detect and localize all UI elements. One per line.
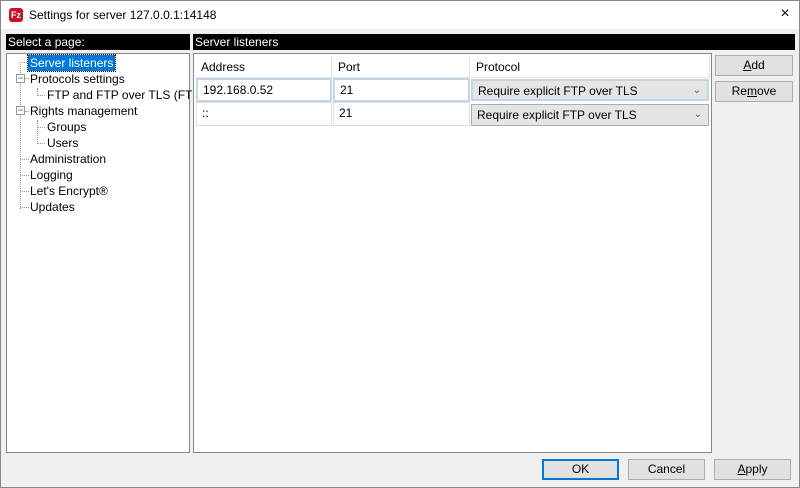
- apply-button[interactable]: Apply: [714, 459, 791, 480]
- column-header-port[interactable]: Port: [332, 56, 470, 78]
- tree-item-administration[interactable]: Administration: [28, 151, 108, 167]
- protocol-value: Require explicit FTP over TLS: [477, 108, 637, 122]
- filezilla-app-icon: Fz: [9, 8, 23, 22]
- protocol-select[interactable]: Require explicit FTP over TLS ⌄: [471, 104, 709, 126]
- tree-item-updates[interactable]: Updates: [28, 199, 77, 215]
- server-listeners-header: Server listeners: [193, 34, 795, 50]
- close-icon[interactable]: ×: [775, 4, 795, 24]
- cancel-button[interactable]: Cancel: [628, 459, 705, 480]
- tree-item-logging[interactable]: Logging: [28, 167, 75, 183]
- protocol-select[interactable]: Require explicit FTP over TLS ⌄: [471, 79, 709, 101]
- ok-button[interactable]: OK: [542, 459, 619, 480]
- tree-item-groups[interactable]: Groups: [45, 119, 88, 135]
- collapse-protocols-icon[interactable]: −: [16, 74, 25, 83]
- tree-item-users[interactable]: Users: [45, 135, 80, 151]
- tree-item-lets-encrypt[interactable]: Let's Encrypt®: [28, 183, 110, 199]
- chevron-down-icon: ⌄: [692, 85, 701, 96]
- tree-item-ftp-ftps[interactable]: FTP and FTP over TLS (FTPS): [45, 87, 214, 103]
- page-tree[interactable]: − − Server listeners Protocols settings …: [6, 53, 212, 453]
- port-input[interactable]: 21: [333, 78, 470, 102]
- tree-item-rights-management[interactable]: Rights management: [28, 103, 139, 119]
- window-title: Settings for server 127.0.0.1:14148: [29, 8, 217, 22]
- collapse-rights-icon[interactable]: −: [16, 106, 25, 115]
- port-cell[interactable]: 21: [333, 102, 470, 126]
- protocol-value: Require explicit FTP over TLS: [478, 84, 638, 98]
- select-page-header: Select a page:: [6, 34, 190, 50]
- tree-item-protocols-settings[interactable]: Protocols settings: [28, 71, 127, 87]
- add-button[interactable]: Add: [715, 55, 793, 76]
- address-cell[interactable]: ::: [196, 102, 332, 126]
- column-header-address[interactable]: Address: [195, 56, 332, 78]
- remove-button[interactable]: Remove: [715, 81, 793, 102]
- tree-item-server-listeners[interactable]: Server listeners: [26, 54, 117, 72]
- address-input[interactable]: 192.168.0.52: [196, 78, 332, 102]
- title-bar: Fz Settings for server 127.0.0.1:14148 ×: [0, 0, 800, 29]
- listeners-table: Address Port Protocol 192.168.0.52 21 Re…: [193, 53, 712, 453]
- column-header-protocol[interactable]: Protocol: [470, 56, 710, 78]
- chevron-down-icon: ⌄: [693, 109, 702, 120]
